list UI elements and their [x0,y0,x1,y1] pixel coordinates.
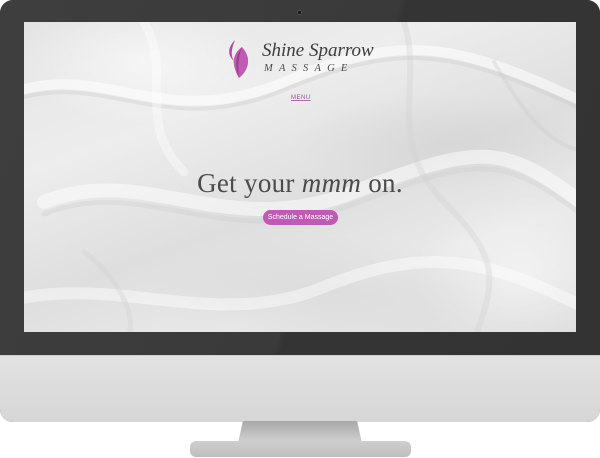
hero-headline: Get your mmm on. [24,168,576,199]
headline-prefix: Get your [197,168,302,198]
headline-emphasis: mmm [301,168,362,198]
brand-logo[interactable]: Shine Sparrow MASSAGE [226,38,386,82]
website-screen: Shine Sparrow MASSAGE MENU Get your mmm … [24,22,576,332]
flame-leaf-logo-icon [229,40,249,78]
menu-link[interactable]: MENU [291,95,311,101]
brand-subtitle: MASSAGE [264,63,354,74]
monitor-stand-base [190,441,411,457]
camera-icon [297,10,302,15]
monitor-frame: Shine Sparrow MASSAGE MENU Get your mmm … [0,0,600,422]
brand-name: Shine Sparrow [262,40,374,61]
schedule-massage-button[interactable]: Schedule a Massage [263,210,338,225]
monitor-chin [0,355,600,422]
headline-suffix: on. [361,168,403,198]
monitor-stand-neck [238,421,362,443]
